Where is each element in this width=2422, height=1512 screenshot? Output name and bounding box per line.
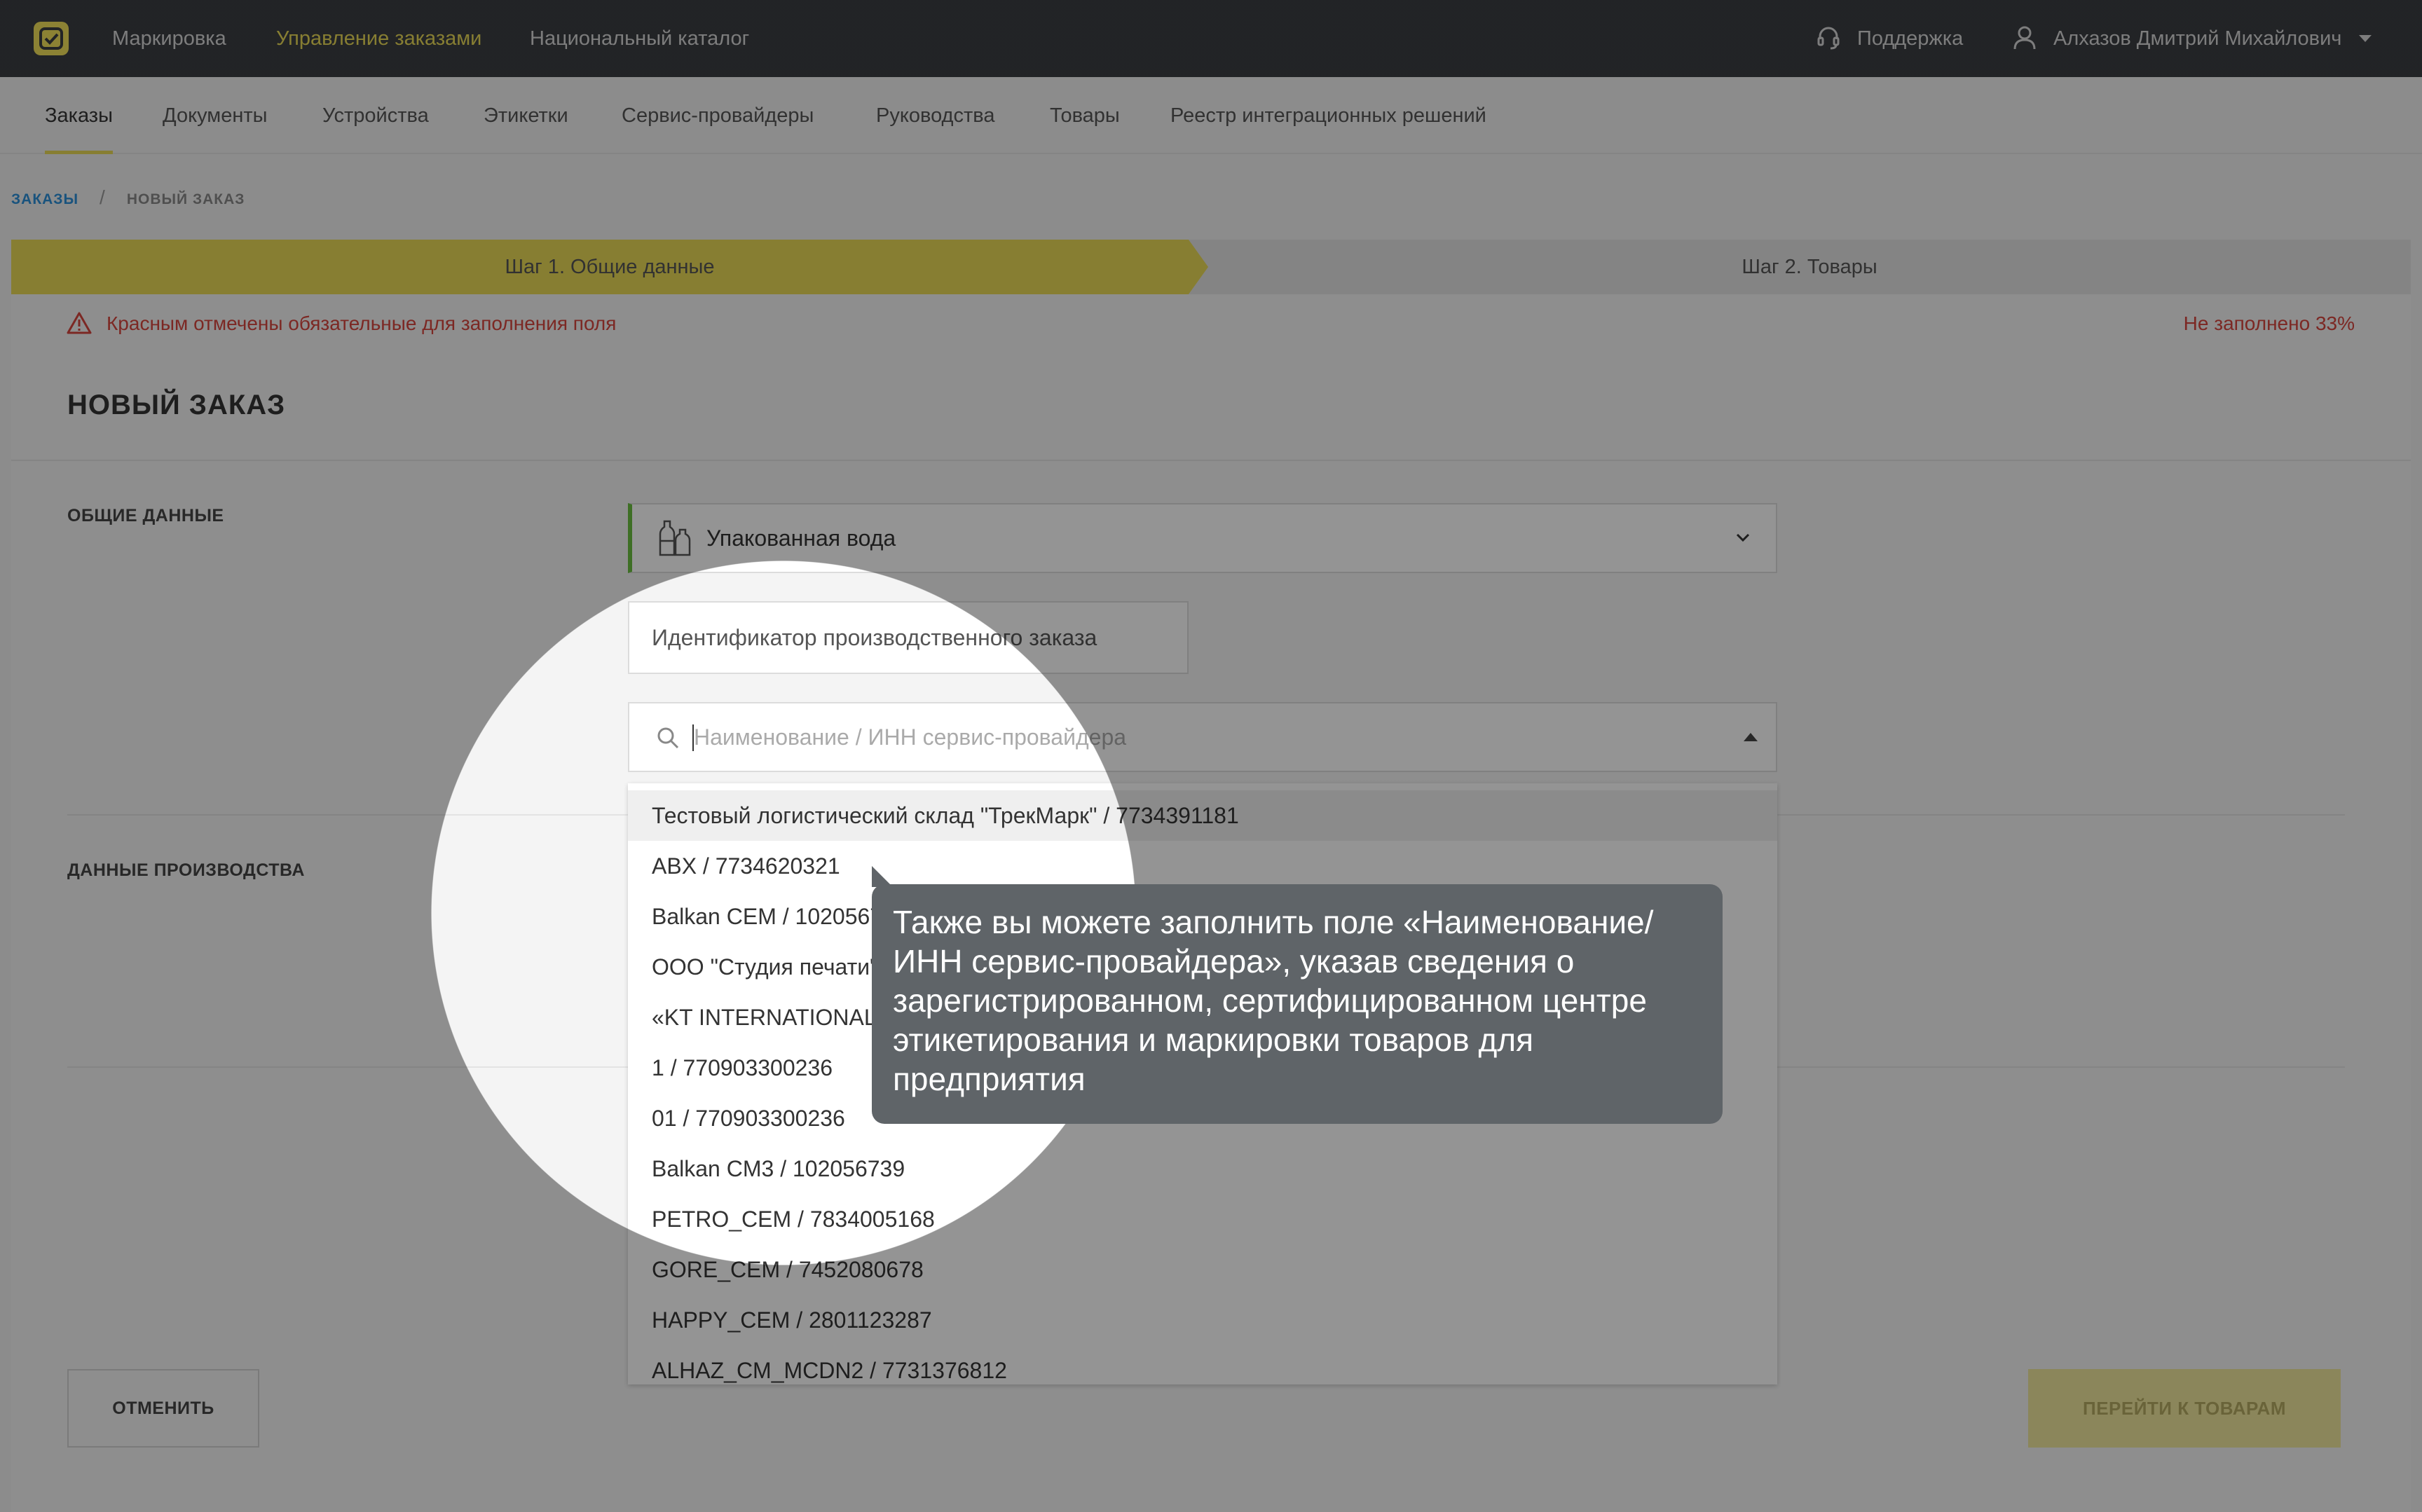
step-1-label[interactable]: Шаг 1. Общие данные [11,240,1208,294]
provider-placeholder: Наименование / ИНН сервис-провайдера [694,724,1127,750]
breadcrumb-current: НОВЫЙ ЗАКАЗ [126,191,245,207]
tab-goods[interactable]: Товары [1050,77,1120,154]
logo-icon [39,27,63,50]
tab-service-providers[interactable]: Сервис-провайдеры [622,77,814,154]
breadcrumb-separator: / [100,186,106,208]
user-icon[interactable] [2013,25,2037,50]
topnav-order-management[interactable]: Управление заказами [276,0,481,77]
caret-down-icon[interactable] [2359,35,2372,42]
tab-documents[interactable]: Документы [163,77,268,154]
dropdown-option[interactable]: Balkan CM3 / 102056739 [628,1143,1777,1194]
dropdown-option[interactable]: Тестовый логистический склад "ТрекМарк" … [628,790,1777,841]
section-production-data: ДАННЫЕ ПРОИЗВОДСТВА [67,860,305,880]
page-title: НОВЫЙ ЗАКАЗ [67,390,286,420]
support-link[interactable]: Поддержка [1857,0,1963,77]
production-order-id-input[interactable]: Идентификатор производственного заказа [628,601,1189,674]
topnav-marking[interactable]: Маркировка [112,0,226,77]
top-bar: Маркировка Управление заказами Националь… [0,0,2422,77]
section-general-data: ОБЩИЕ ДАННЫЕ [67,506,224,525]
divider [11,460,2411,461]
step-2-label[interactable]: Шаг 2. Товары [1208,240,2411,294]
hint-tooltip: Также вы можете заполнить поле «Наименов… [872,866,1723,1124]
go-to-goods-button[interactable]: ПЕРЕЙТИ К ТОВАРАМ [2028,1369,2341,1448]
order-id-placeholder: Идентификатор производственного заказа [652,625,1097,650]
dropdown-option[interactable]: ALHAZ_CM_MCDN2 / 7731376812 [628,1345,1777,1384]
tab-labels[interactable]: Этикетки [484,77,568,154]
bottles-icon [659,520,691,556]
warning-text: Красным отмечены обязательные для заполн… [107,312,617,334]
tab-orders[interactable]: Заказы [45,77,113,154]
dropdown-option[interactable]: GORE_CEM / 7452080678 [628,1244,1777,1295]
dropdown-option[interactable]: PETRO_CEM / 7834005168 [628,1194,1777,1244]
warning-icon [67,312,92,334]
product-group-select[interactable]: Упакованная вода [628,503,1777,573]
topnav-national-catalog[interactable]: Национальный каталог [530,0,749,77]
tab-guides[interactable]: Руководства [876,77,994,154]
chevron-down-icon [1736,533,1750,542]
dropdown-option[interactable]: HAPPY_CEM / 2801123287 [628,1295,1777,1345]
cancel-button[interactable]: ОТМЕНИТЬ [67,1369,259,1448]
search-icon [657,727,679,749]
stepper: Шаг 1. Общие данные Шаг 2. Товары [11,240,2411,294]
service-provider-search[interactable]: Наименование / ИНН сервис-провайдера [628,702,1777,772]
headset-icon[interactable] [1817,25,1840,50]
fill-status: Не заполнено 33% [2183,312,2355,334]
secondary-nav: Заказы Документы Устройства Этикетки Сер… [0,77,2422,154]
user-name[interactable]: Алхазов Дмитрий Михайлович [2053,0,2341,77]
breadcrumb-orders[interactable]: ЗАКАЗЫ [11,191,78,207]
breadcrumb: ЗАКАЗЫ / НОВЫЙ ЗАКАЗ [11,186,245,209]
logo[interactable] [34,22,69,55]
caret-up-icon [1744,733,1758,741]
tab-integration-registry[interactable]: Реестр интеграционных решений [1170,77,1486,154]
tooltip-text: Также вы можете заполнить поле «Наименов… [893,904,1654,1097]
product-group-value: Упакованная вода [706,525,896,551]
tab-devices[interactable]: Устройства [322,77,429,154]
